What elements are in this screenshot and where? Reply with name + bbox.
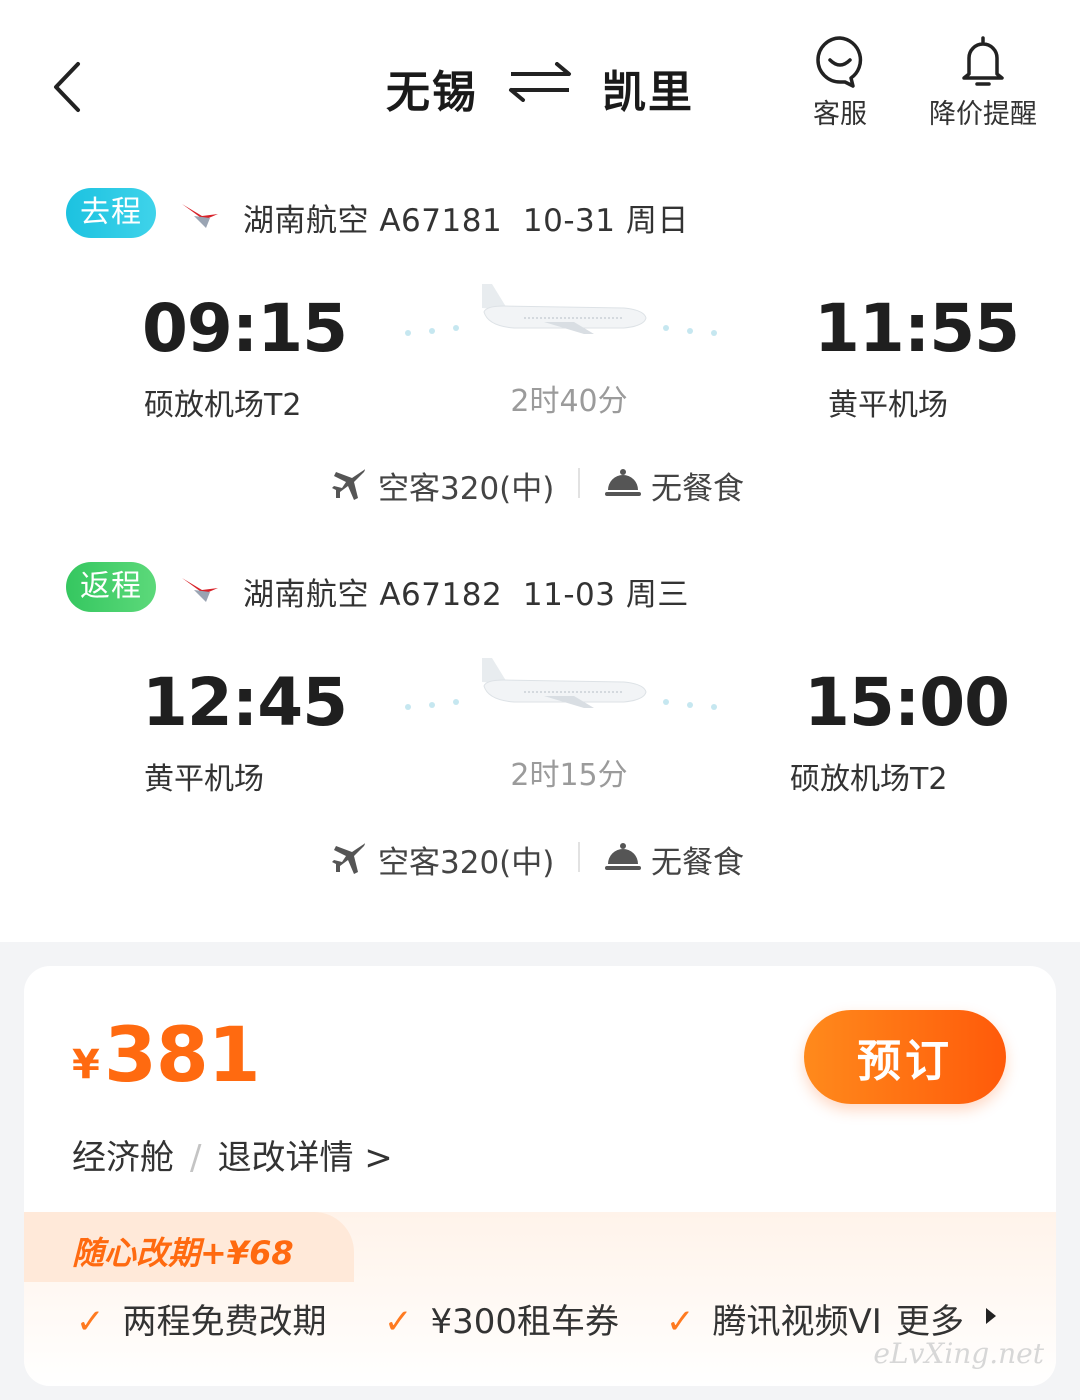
aircraft-icon	[332, 469, 365, 500]
return-meal: 无餐食	[651, 845, 744, 881]
return-aircraft: 空客320(中)	[378, 845, 555, 881]
outbound-aircraft: 空客320(中)	[378, 471, 555, 507]
to-city: 凯里	[602, 67, 694, 118]
swap-icon	[509, 62, 571, 102]
check-icon: ✓	[384, 1302, 413, 1342]
price-value: 381	[104, 1010, 261, 1099]
swap-route-button[interactable]	[505, 62, 575, 102]
route-dot	[453, 325, 459, 331]
route-dot	[663, 325, 669, 331]
outbound-duration: 2时40分	[510, 384, 628, 419]
route-title: 无锡 凯里	[0, 56, 1080, 120]
cabin-row: 经济舱 / 退改详情 >	[72, 1130, 393, 1179]
route-dot	[711, 704, 717, 710]
route-dot	[405, 704, 411, 710]
outbound-meal: 无餐食	[651, 471, 744, 507]
return-tag: 返程	[66, 562, 156, 612]
cabin-class: 经济舱	[72, 1138, 174, 1178]
outbound-airline-flight: 湖南航空 A67181	[243, 203, 503, 239]
outbound-date: 10-31 周日	[522, 203, 689, 239]
cabin-divider: /	[190, 1138, 202, 1178]
meta-divider	[578, 842, 580, 872]
service-icon	[816, 36, 863, 88]
benefit-item: ✓ ¥300租车券	[384, 1294, 619, 1343]
route-dot	[429, 328, 435, 334]
price-alert-label: 降价提醒	[929, 99, 1037, 130]
benefit-item: ✓ 两程免费改期	[76, 1294, 327, 1343]
outbound-arr-time: 11:55	[814, 290, 1020, 367]
benefit-label: 腾讯视频VI	[712, 1302, 882, 1342]
benefit-item: ✓ 腾讯视频VI	[666, 1294, 896, 1343]
watermark: eLvXing.net	[873, 1337, 1044, 1370]
route-dot	[663, 699, 669, 705]
return-arr-time: 15:00	[804, 664, 1010, 741]
plane-icon	[482, 284, 647, 334]
book-button[interactable]: 预订	[804, 1010, 1006, 1104]
outbound-arr-airport: 黄平机场	[828, 388, 948, 423]
check-icon: ✓	[76, 1302, 105, 1342]
outbound-dep-airport: 硕放机场T2	[144, 388, 302, 423]
outbound-flight: 湖南航空 A67181 10-31 周日	[243, 195, 689, 240]
route-dot	[405, 330, 411, 336]
return-dep-time: 12:45	[142, 664, 348, 741]
airline-logo-icon	[182, 204, 218, 228]
return-dep-airport: 黄平机场	[144, 762, 264, 797]
benefit-label: ¥300租车券	[430, 1302, 620, 1342]
route-dot	[687, 702, 693, 708]
outbound-dep-time: 09:15	[142, 290, 348, 367]
outbound-tag: 去程	[66, 188, 156, 238]
benefit-title: 随心改期+¥68	[72, 1234, 294, 1272]
return-airline-flight: 湖南航空 A67182	[243, 577, 503, 613]
meal-icon	[605, 843, 641, 870]
service-button[interactable]: 客服	[800, 34, 880, 131]
meal-icon	[605, 469, 641, 496]
return-duration: 2时15分	[510, 758, 628, 793]
from-city: 无锡	[386, 67, 478, 118]
check-icon: ✓	[666, 1302, 695, 1342]
meta-divider	[578, 468, 580, 498]
plane-icon	[482, 658, 647, 708]
airline-logo-icon	[182, 578, 218, 602]
route-dot	[687, 328, 693, 334]
bell-icon	[962, 36, 1004, 86]
triangle-right-icon[interactable]	[986, 1308, 996, 1324]
service-label: 客服	[813, 99, 867, 130]
benefit-label: 两程免费改期	[122, 1302, 327, 1342]
offer-card: ¥ 381 预订 经济舱 / 退改详情 > 随心改期+¥68 ✓ 两程免费改期 ✓ ¥3…	[24, 966, 1056, 1386]
more-benefits-link[interactable]: 更多	[896, 1294, 964, 1343]
aircraft-icon	[332, 843, 365, 874]
return-date: 11-03 周三	[522, 577, 689, 613]
price-currency: ¥	[72, 1042, 100, 1088]
route-dot	[711, 330, 717, 336]
route-dot	[429, 702, 435, 708]
price-alert-button[interactable]: 降价提醒	[920, 34, 1046, 131]
route-dot	[453, 699, 459, 705]
return-arr-airport: 硕放机场T2	[790, 762, 948, 797]
return-flight: 湖南航空 A67182 11-03 周三	[243, 569, 689, 614]
refund-details-link[interactable]: 退改详情 >	[217, 1138, 392, 1178]
